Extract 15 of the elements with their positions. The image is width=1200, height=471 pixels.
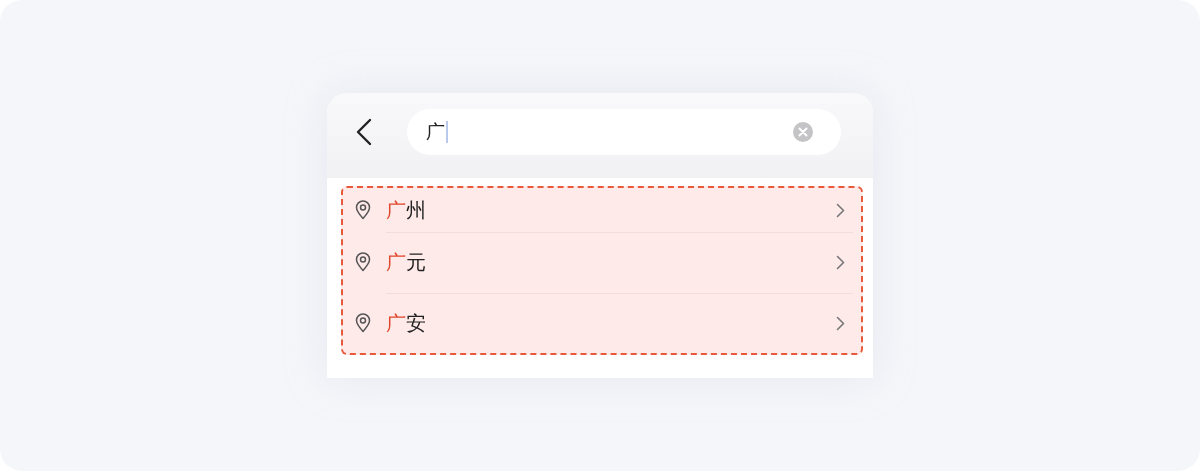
suggestion-item[interactable]: 广元 [343, 232, 861, 293]
location-pin-icon [355, 312, 371, 333]
location-pin-icon [355, 200, 371, 220]
city-name: 广安 [386, 309, 426, 337]
text-cursor [446, 120, 448, 143]
search-field[interactable]: 广 [407, 108, 841, 155]
chevron-right-icon [836, 202, 845, 218]
suggestion-item[interactable]: 广州 [343, 188, 861, 232]
city-name: 广州 [386, 196, 426, 224]
city-name: 广元 [386, 249, 426, 277]
search-value: 广 [426, 118, 445, 144]
suggestion-item[interactable]: 广安 [343, 292, 861, 353]
chevron-right-icon [836, 255, 845, 271]
location-pin-icon [355, 252, 371, 273]
chevron-right-icon [836, 315, 845, 331]
